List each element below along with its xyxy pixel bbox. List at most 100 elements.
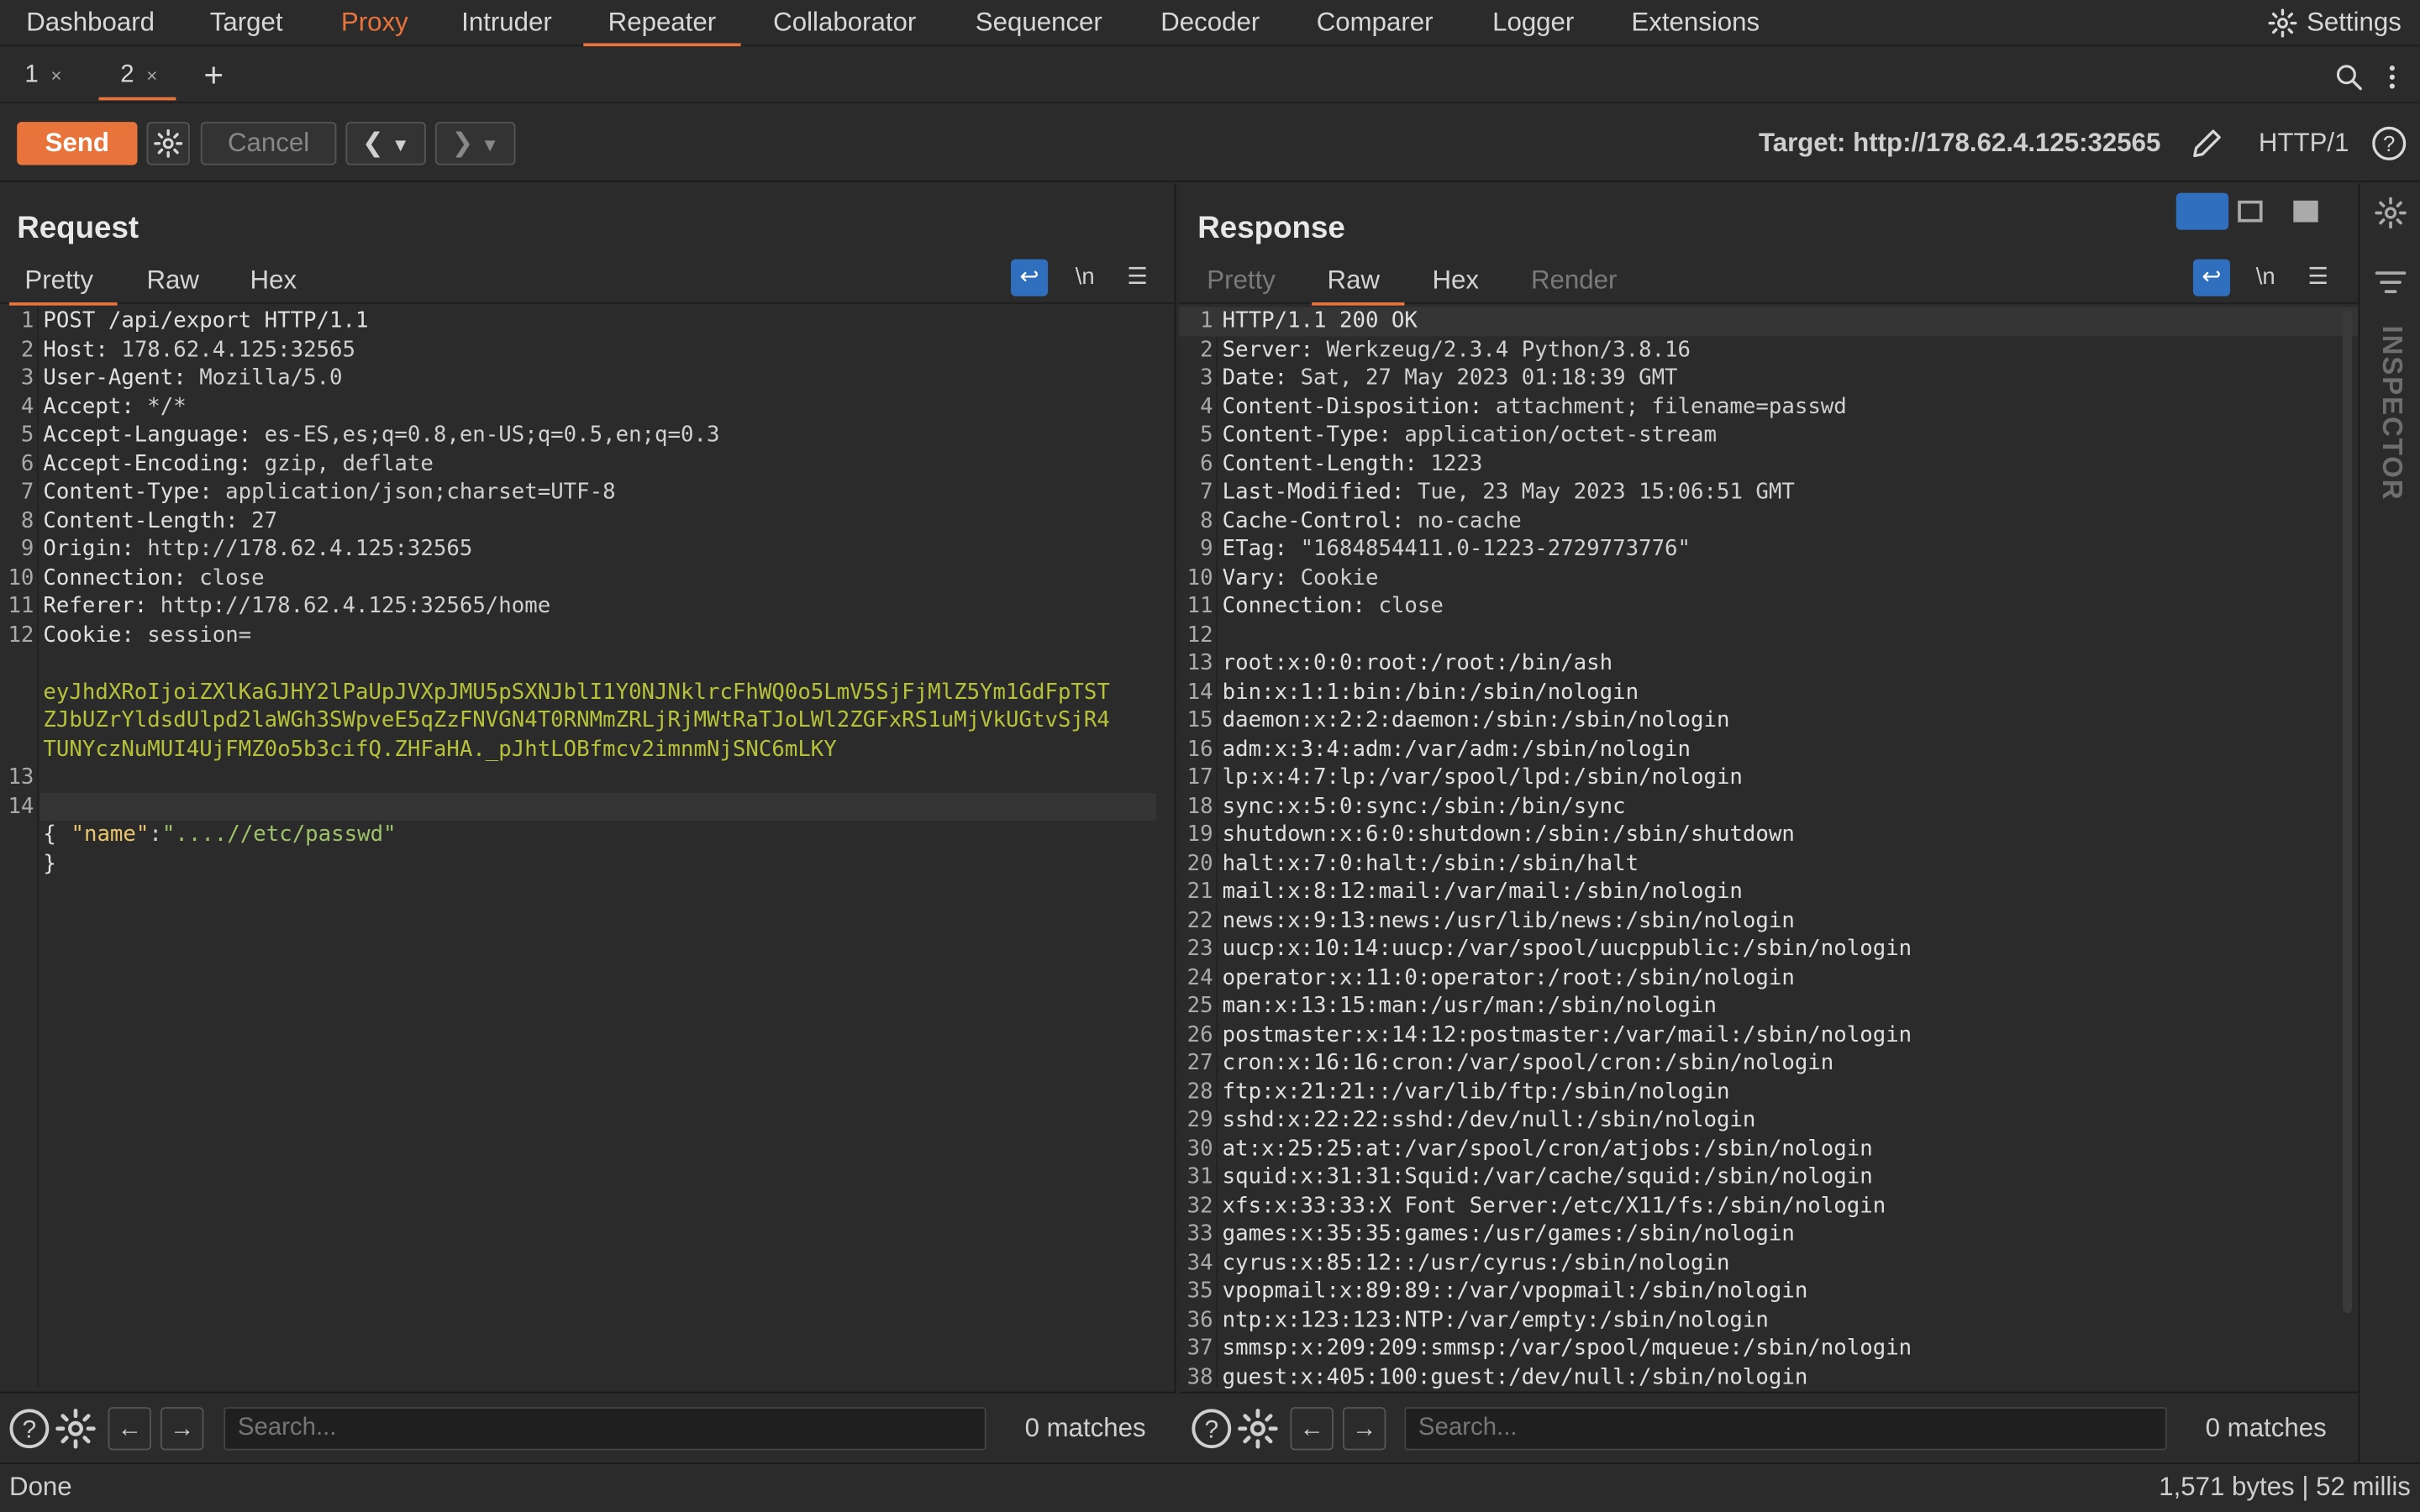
history-back-button[interactable]: ❮ ▼	[345, 122, 426, 165]
add-tab-button[interactable]: +	[203, 51, 224, 101]
layout-stacked-icon[interactable]	[2238, 200, 2263, 223]
header-name: Content-Type:	[43, 480, 213, 505]
layout-side-by-side-icon[interactable]	[2175, 192, 2229, 230]
header-name: sshd:x:22:22:sshd:/dev/null:/sbin/nologi…	[1222, 1107, 1756, 1133]
gear-icon	[2267, 8, 2296, 38]
repeater-tab-2[interactable]: 2 ×	[98, 51, 176, 101]
line-number: 28	[1186, 1079, 1213, 1105]
line-text: postmaster:x:14:12:postmaster:/var/mail:…	[1223, 1021, 1912, 1049]
nav-tab-dashboard[interactable]: Dashboard	[26, 0, 155, 46]
tab-pretty[interactable]: Pretty	[1207, 258, 1276, 304]
previous-match-button[interactable]: ←	[108, 1407, 151, 1451]
nav-tab-comparer[interactable]: Comparer	[1317, 0, 1434, 46]
line-number: 14	[8, 793, 34, 819]
menu-icon[interactable]: ☰	[2300, 260, 2337, 297]
word-wrap-icon[interactable]: ↩	[2192, 259, 2231, 297]
word-wrap-icon[interactable]: ↩	[1011, 259, 1049, 297]
header-value: Sat, 27 May 2023 01:18:39 GMT	[1287, 365, 1678, 391]
gear-icon[interactable]	[2374, 196, 2407, 229]
history-forward-button[interactable]: ❯ ▼	[434, 122, 516, 165]
gear-icon[interactable]	[1236, 1407, 1279, 1450]
nav-tab-extensions[interactable]: Extensions	[1631, 0, 1760, 46]
code-line: 36 ntp:x:123:123:NTP:/var/empty:/sbin/nol…	[1179, 1306, 2358, 1335]
header-name: root:x:0:0:root:/root:/bin/ash	[1222, 651, 1613, 676]
filter-lines-icon[interactable]	[2375, 270, 2407, 294]
edit-target-icon[interactable]	[2188, 125, 2225, 162]
line-text: mail:x:8:12:mail:/var/mail:/sbin/nologin	[1223, 878, 1743, 906]
response-editor[interactable]: 1 HTTP/1.1 200 OK 2 Server: Werkzeug/2.3.4 …	[1179, 307, 2359, 1389]
line-number: 29	[1186, 1107, 1213, 1133]
show-newlines-toggle[interactable]: \n	[2247, 260, 2284, 297]
http-version-toggle[interactable]: HTTP/1	[2259, 123, 2349, 164]
code-line: 27 cron:x:16:16:cron:/var/spool/cron:/sbi…	[1179, 1049, 2358, 1078]
send-button[interactable]: Send	[17, 122, 138, 165]
nav-tab-decoder[interactable]: Decoder	[1160, 0, 1260, 46]
help-icon[interactable]: ?	[1190, 1407, 1233, 1450]
code-line: 7 Last-Modified: Tue, 23 May 2023 15:06:5…	[1179, 478, 2358, 507]
code-line: 35 vpopmail:x:89:89::/var/vpopmail:/sbin/…	[1179, 1278, 2358, 1306]
code-line: 14 {	[0, 764, 1175, 847]
send-options-button[interactable]	[146, 122, 190, 165]
more-options-icon[interactable]	[2385, 61, 2400, 92]
header-name: adm:x:3:4:adm:/var/adm:/sbin/nologin	[1222, 737, 1691, 762]
nav-tab-target[interactable]: Target	[210, 0, 283, 46]
close-icon[interactable]: ×	[50, 65, 61, 87]
code-line: 34 cyrus:x:85:12::/usr/cyrus:/sbin/nologi…	[1179, 1249, 2358, 1278]
nav-tab-sequencer[interactable]: Sequencer	[976, 0, 1102, 46]
tab-raw[interactable]: Raw	[146, 258, 198, 304]
nav-tab-repeater[interactable]: Repeater	[583, 0, 741, 47]
header-name: Server:	[1222, 337, 1314, 362]
tab-hex[interactable]: Hex	[250, 258, 297, 304]
help-icon[interactable]: ?	[8, 1407, 50, 1450]
response-scrollbar[interactable]	[2343, 310, 2353, 1314]
search-icon[interactable]	[2333, 61, 2365, 92]
tab-hex[interactable]: Hex	[1432, 258, 1479, 304]
help-icon[interactable]: ?	[2370, 125, 2407, 162]
header-value: application/json;charset=UTF-8	[212, 480, 616, 505]
inspector-label[interactable]: INSPECTOR	[2375, 326, 2408, 501]
previous-match-button[interactable]: ←	[1290, 1407, 1334, 1451]
header-name: xfs:x:33:33:X Font Server:/etc/X11/fs:/s…	[1222, 1193, 1886, 1219]
json-brace-close: }	[43, 850, 56, 876]
line-number: 10	[1186, 565, 1213, 591]
gear-icon[interactable]	[54, 1407, 97, 1450]
line-number: 30	[1186, 1136, 1213, 1162]
line-text: Accept: */*	[43, 392, 186, 421]
header-name: operator:x:11:0:operator:/root:/sbin/nol…	[1222, 964, 1795, 990]
nav-tab-proxy[interactable]: Proxy	[341, 0, 408, 46]
tab-raw[interactable]: Raw	[1312, 258, 1405, 306]
request-editor[interactable]: 1 POST /api/export HTTP/1.1 2 Host: 178.62.…	[0, 307, 1175, 1388]
tab-pretty[interactable]: Pretty	[8, 258, 119, 306]
tab-render[interactable]: Render	[1531, 258, 1617, 304]
line-number: 2	[1200, 337, 1213, 362]
line-number: 10	[8, 565, 34, 591]
search-input[interactable]	[1404, 1407, 2167, 1451]
next-match-button[interactable]: →	[160, 1407, 204, 1451]
cancel-button[interactable]: Cancel	[200, 122, 337, 165]
next-match-button[interactable]: →	[1342, 1407, 1386, 1451]
settings-button[interactable]: Settings	[2266, 0, 2402, 46]
line-text: Accept-Language: es-ES,es;q=0.8,en-US;q=…	[43, 421, 719, 449]
code-line: 16 adm:x:3:4:adm:/var/adm:/sbin/nologin	[1179, 735, 2358, 764]
nav-tab-logger[interactable]: Logger	[1492, 0, 1574, 46]
line-number: 22	[1186, 907, 1213, 933]
line-text: games:x:35:35:games:/usr/games:/sbin/nol…	[1223, 1221, 1795, 1249]
header-name: vpopmail:x:89:89::/var/vpopmail:/sbin/no…	[1222, 1278, 1808, 1305]
nav-tab-collaborator[interactable]: Collaborator	[773, 0, 916, 46]
code-line: 18 sync:x:5:0:sync:/sbin:/bin/sync	[1179, 792, 2358, 821]
repeater-tab-1[interactable]: 1 ×	[24, 51, 61, 101]
header-name: halt:x:7:0:halt:/sbin:/sbin/halt	[1222, 850, 1639, 876]
layout-single-icon[interactable]	[2293, 200, 2318, 223]
close-icon[interactable]: ×	[146, 65, 157, 87]
inspector-panel[interactable]: INSPECTOR	[2358, 183, 2420, 1463]
nav-tab-intruder[interactable]: Intruder	[461, 0, 552, 46]
menu-icon[interactable]: ☰	[1119, 260, 1156, 297]
header-name: Accept:	[43, 394, 134, 419]
code-line: 7 Content-Type: application/json;charset=…	[0, 478, 1175, 507]
show-newlines-toggle[interactable]: \n	[1066, 260, 1103, 297]
header-value: gzip, deflate	[251, 451, 434, 476]
request-view-tabs: Pretty Raw Hex	[0, 258, 1175, 306]
search-input[interactable]	[224, 1407, 986, 1451]
header-value: Werkzeug/2.3.4 Python/3.8.16	[1313, 337, 1691, 362]
code-line: 30 at:x:25:25:at:/var/spool/cron/atjobs:/…	[1179, 1135, 2358, 1163]
